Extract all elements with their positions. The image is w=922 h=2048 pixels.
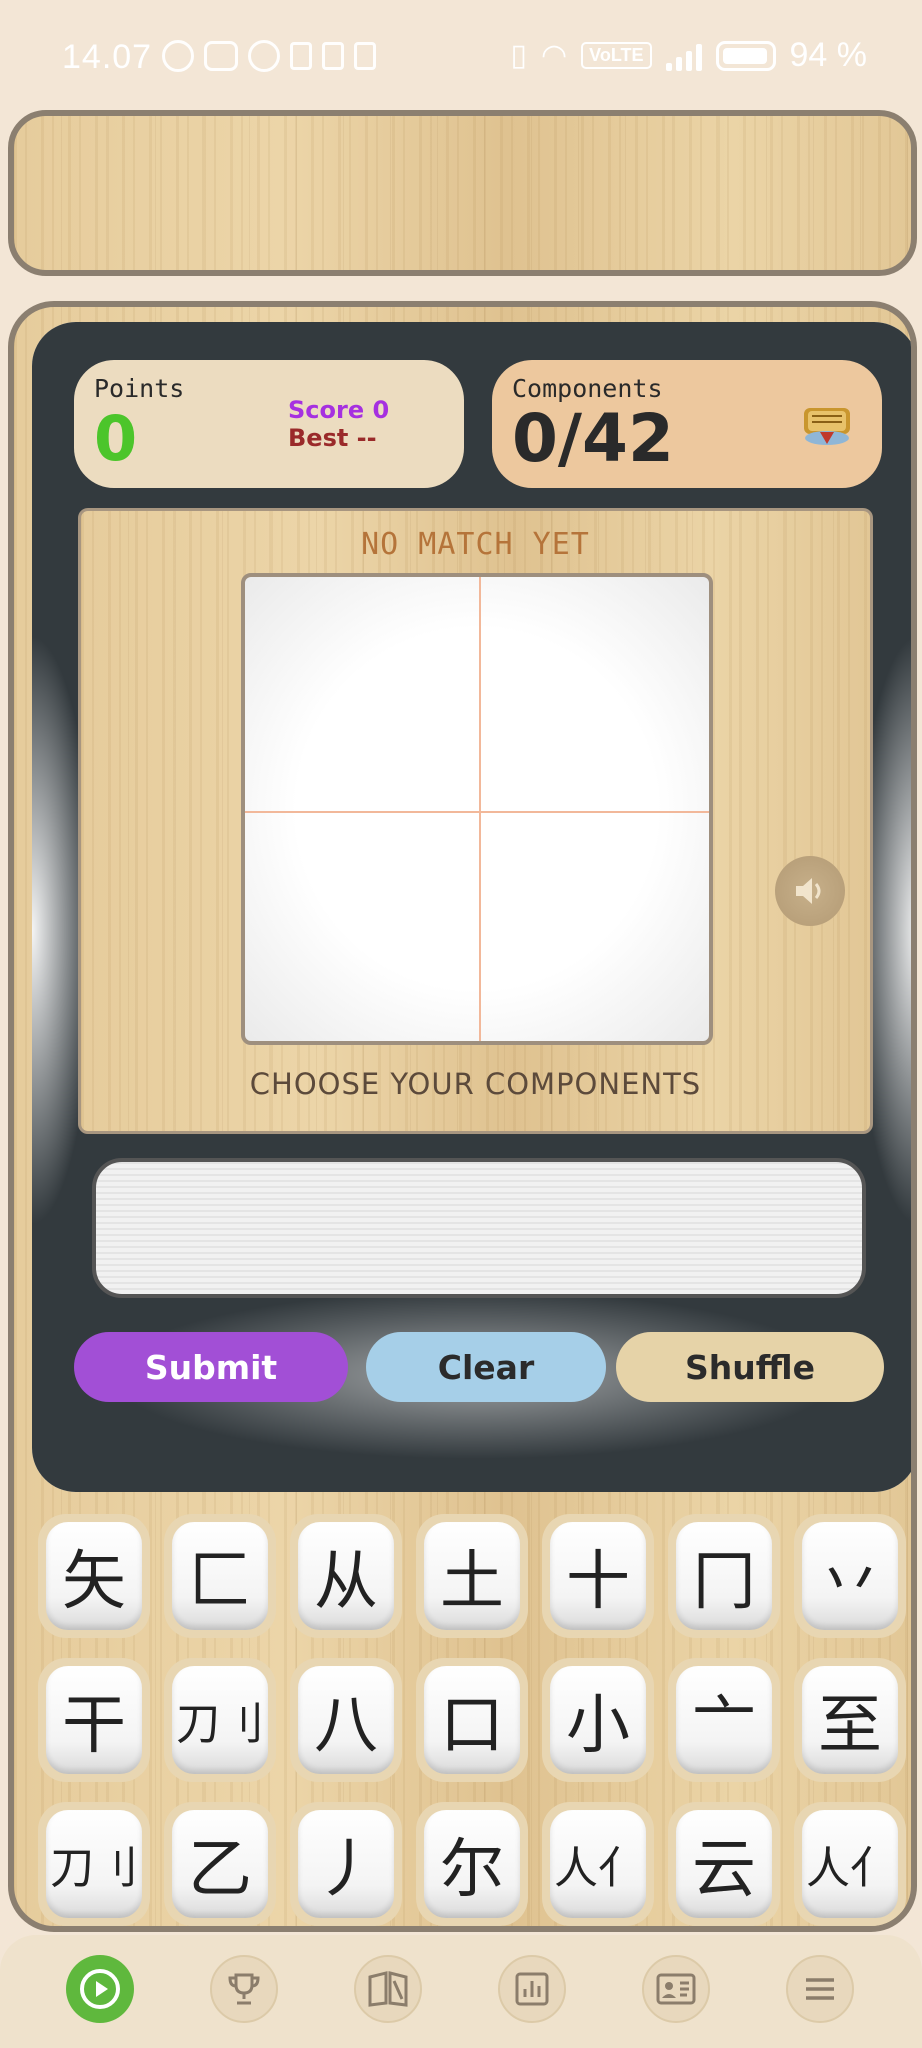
- points-card: Points 0 Score 0 Best --: [74, 360, 464, 488]
- selected-components-tray[interactable]: [92, 1158, 866, 1298]
- game-board: Points 0 Score 0 Best -- Components 0/42…: [8, 301, 917, 1932]
- play-area: Points 0 Score 0 Best -- Components 0/42…: [32, 322, 911, 1492]
- signal-icon: [665, 41, 702, 71]
- component-tile[interactable]: 土: [416, 1514, 528, 1638]
- tile-glyph: 至: [802, 1666, 898, 1774]
- tile-glyph: 尔: [424, 1810, 520, 1918]
- tile-glyph: 刀刂: [172, 1666, 268, 1774]
- book-icon: [368, 1971, 408, 2007]
- tile-glyph: 人亻: [802, 1810, 898, 1918]
- component-tile[interactable]: 十: [542, 1514, 654, 1638]
- nav-stats[interactable]: [498, 1955, 566, 2023]
- points-value: 0: [94, 402, 138, 475]
- component-tile[interactable]: 亠: [668, 1658, 780, 1782]
- component-tile[interactable]: 人亻: [542, 1802, 654, 1926]
- component-tile[interactable]: 尔: [416, 1802, 528, 1926]
- tile-glyph: 刀刂: [46, 1810, 142, 1918]
- best-text: Best --: [288, 424, 377, 452]
- tile-glyph: 云: [676, 1810, 772, 1918]
- speaker-icon: [796, 878, 821, 904]
- speaker-button[interactable]: [775, 856, 845, 926]
- nav-book[interactable]: [354, 1955, 422, 2023]
- component-tile[interactable]: 刀刂: [164, 1658, 276, 1782]
- tile-glyph: 小: [550, 1666, 646, 1774]
- score-text: Score 0: [288, 396, 390, 424]
- status-bar: 14.07 ▯ ◠ VoLTE 94 %: [0, 0, 922, 115]
- status-system-icons: ▯ ◠ VoLTE 94 %: [510, 36, 867, 75]
- points-label: Points: [94, 374, 185, 403]
- nav-play[interactable]: [66, 1955, 134, 2023]
- component-tile[interactable]: 口: [416, 1658, 528, 1782]
- component-tile[interactable]: 匚: [164, 1514, 276, 1638]
- component-tile[interactable]: 人亻: [794, 1802, 906, 1926]
- choose-prompt: CHOOSE YOUR COMPONENTS: [249, 1067, 702, 1101]
- components-label: Components: [512, 374, 663, 403]
- status-time: 14.07: [62, 38, 153, 76]
- grid-vertical-line: [479, 577, 481, 1041]
- component-tile[interactable]: 从: [290, 1514, 402, 1638]
- tile-glyph: 十: [550, 1522, 646, 1630]
- component-tile[interactable]: 刀刂: [38, 1802, 150, 1926]
- clear-button[interactable]: Clear: [366, 1332, 606, 1402]
- tile-glyph: 从: [298, 1522, 394, 1630]
- component-tile[interactable]: 乙: [164, 1802, 276, 1926]
- match-status: NO MATCH YET: [361, 527, 590, 562]
- tile-glyph: 匚: [172, 1522, 268, 1630]
- nav-trophy[interactable]: [210, 1955, 278, 2023]
- tile-glyph: 矢: [46, 1522, 142, 1630]
- character-grid[interactable]: [241, 573, 713, 1045]
- shuffle-button[interactable]: Shuffle: [616, 1332, 884, 1402]
- composition-canvas: NO MATCH YET CHOOSE YOUR COMPONENTS: [78, 508, 873, 1134]
- tile-glyph: 土: [424, 1522, 520, 1630]
- trophy-icon: [228, 1973, 260, 2005]
- components-card: Components 0/42: [492, 360, 882, 488]
- menu-icon: [806, 1978, 834, 2000]
- tile-glyph: 丿: [298, 1810, 394, 1918]
- tile-glyph: 冂: [676, 1522, 772, 1630]
- component-tile[interactable]: 丿: [290, 1802, 402, 1926]
- component-tile[interactable]: 小: [542, 1658, 654, 1782]
- temu-icon: [322, 42, 344, 70]
- battery-icon: [715, 40, 776, 71]
- nfc-icon: [204, 41, 238, 71]
- tile-glyph: 亠: [676, 1666, 772, 1774]
- play-icon: [80, 1969, 120, 2009]
- components-value: 0/42: [512, 400, 674, 477]
- volte-badge: VoLTE: [581, 42, 652, 69]
- alarm-icon: [248, 40, 280, 72]
- tile-glyph: 八: [298, 1666, 394, 1774]
- component-tile[interactable]: 八: [290, 1658, 402, 1782]
- tile-glyph: 人亻: [550, 1810, 646, 1918]
- tile-glyph: 口: [424, 1666, 520, 1774]
- status-notification-icons: [162, 40, 376, 72]
- component-tile[interactable]: 至: [794, 1658, 906, 1782]
- component-tile[interactable]: 冂: [668, 1514, 780, 1638]
- profile-card-icon: [656, 1973, 696, 2005]
- submit-button[interactable]: Submit: [74, 1332, 348, 1402]
- eye-icon: [162, 40, 194, 72]
- component-tile[interactable]: 干: [38, 1658, 150, 1782]
- component-tile[interactable]: 云: [668, 1802, 780, 1926]
- wifi-icon: ◠: [540, 39, 568, 72]
- grid-horizontal-line: [245, 811, 709, 813]
- component-tile[interactable]: 丷: [794, 1514, 906, 1638]
- battery-level: 94 %: [789, 36, 868, 74]
- nav-profile[interactable]: [642, 1955, 710, 2023]
- scroll-icon[interactable]: [798, 402, 856, 448]
- temu-icon-2: [354, 42, 376, 70]
- tile-glyph: 乙: [172, 1810, 268, 1918]
- tile-glyph: 干: [46, 1666, 142, 1774]
- tile-glyph: 丷: [802, 1522, 898, 1630]
- bottom-navigation: [0, 1935, 922, 2048]
- top-banner-panel: [8, 110, 917, 276]
- component-tile[interactable]: 矢: [38, 1514, 150, 1638]
- chart-icon: [515, 1972, 549, 2006]
- nav-menu[interactable]: [786, 1955, 854, 2023]
- bluetooth-icon: [290, 42, 312, 70]
- vibrate-icon: ▯: [510, 39, 527, 72]
